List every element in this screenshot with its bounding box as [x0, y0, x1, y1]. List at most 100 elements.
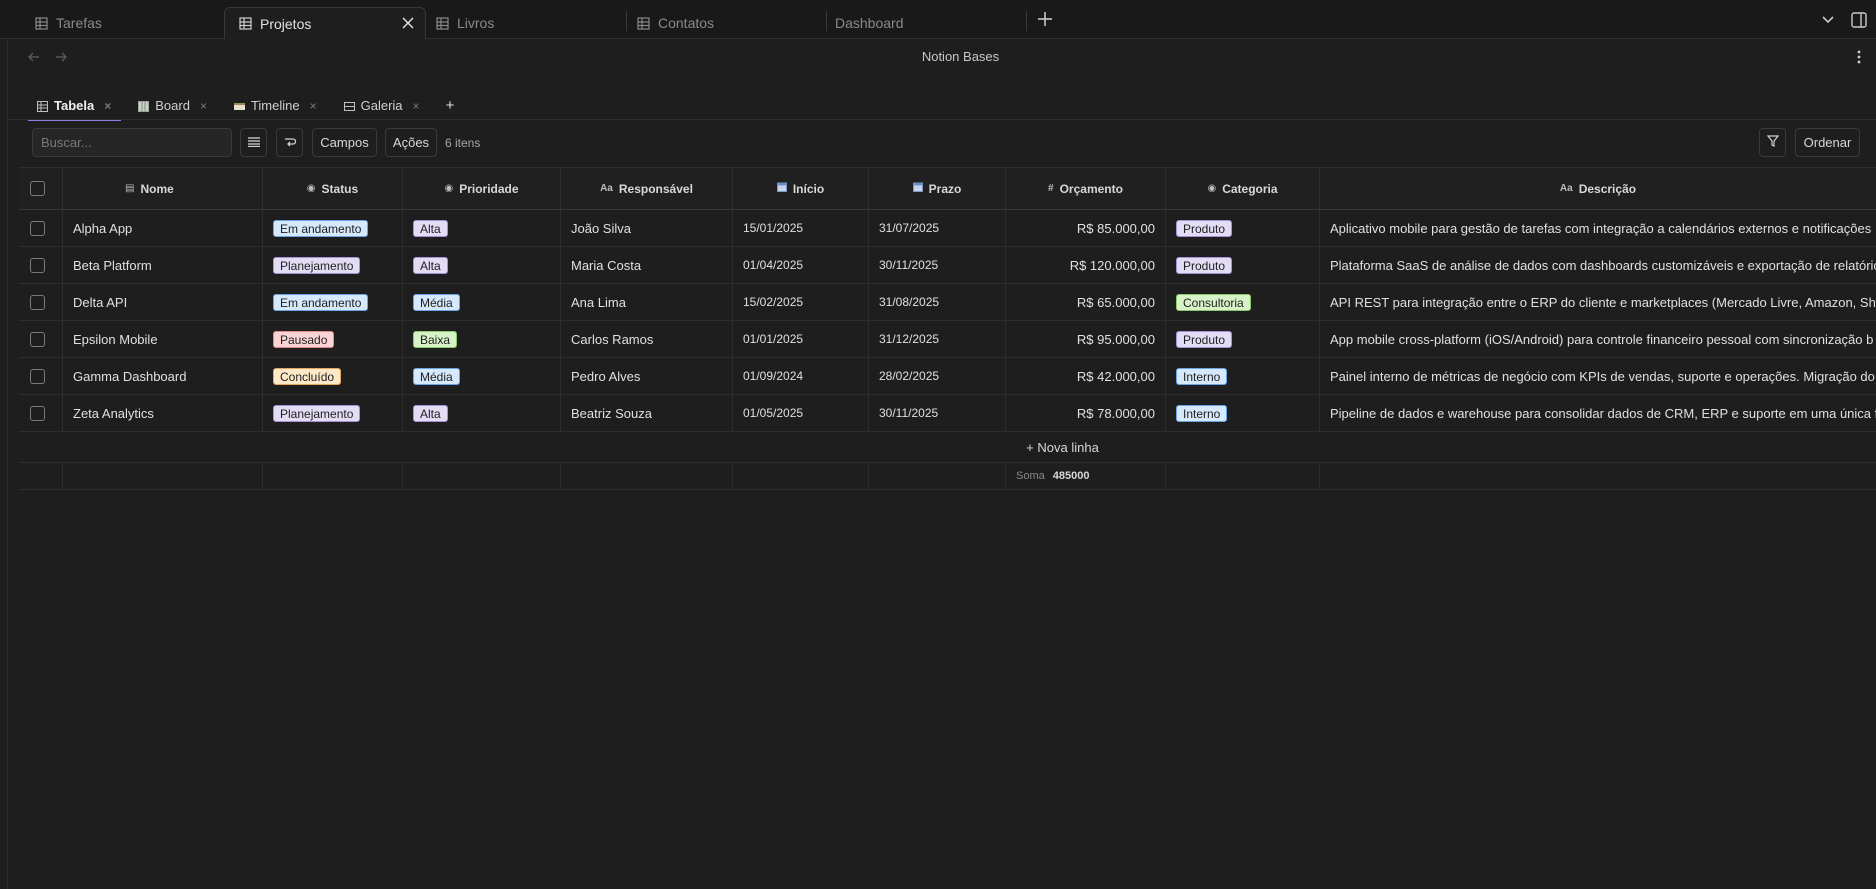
wrap-text-button[interactable]	[276, 128, 303, 157]
cell-prioridade[interactable]: Média	[403, 358, 561, 394]
cell-nome[interactable]: Epsilon Mobile	[63, 321, 263, 357]
cell-nome[interactable]: Delta API	[63, 284, 263, 320]
cell-status[interactable]: Em andamento	[263, 210, 403, 246]
fields-button[interactable]: Campos	[312, 128, 377, 157]
cell-prazo[interactable]: 30/11/2025	[869, 395, 1006, 431]
cell-responsavel[interactable]: Maria Costa	[561, 247, 733, 283]
summary-cell[interactable]	[1166, 463, 1320, 489]
window-tab-tarefas[interactable]: Tarefas	[21, 7, 188, 39]
cell-categoria[interactable]: Produto	[1166, 247, 1320, 283]
summary-cell-orcamento[interactable]: Soma 485000	[1006, 463, 1166, 489]
cell-status[interactable]: Pausado	[263, 321, 403, 357]
summary-cell[interactable]	[733, 463, 869, 489]
chevron-down-icon[interactable]	[1820, 12, 1836, 28]
cell-descricao[interactable]: Painel interno de métricas de negócio co…	[1320, 358, 1876, 394]
row-checkbox[interactable]	[30, 368, 45, 384]
select-all-checkbox[interactable]	[30, 181, 45, 196]
add-view-button[interactable]: +	[438, 92, 463, 119]
cell-nome[interactable]: Gamma Dashboard	[63, 358, 263, 394]
column-header-prazo[interactable]: Prazo	[869, 168, 1006, 209]
sidebar-toggle-icon[interactable]	[1850, 11, 1868, 29]
summary-cell[interactable]	[561, 463, 733, 489]
column-header-orcamento[interactable]: # Orçamento	[1006, 168, 1166, 209]
column-header-responsavel[interactable]: Aa Responsável	[561, 168, 733, 209]
cell-prioridade[interactable]: Baixa	[403, 321, 561, 357]
cell-orcamento[interactable]: R$ 85.000,00	[1006, 210, 1166, 246]
close-icon[interactable]: ×	[200, 99, 207, 113]
row-density-button[interactable]	[240, 128, 267, 157]
summary-cell[interactable]	[263, 463, 403, 489]
cell-orcamento[interactable]: R$ 42.000,00	[1006, 358, 1166, 394]
cell-descricao[interactable]: Aplicativo mobile para gestão de tarefas…	[1320, 210, 1876, 246]
cell-categoria[interactable]: Consultoria	[1166, 284, 1320, 320]
cell-inicio[interactable]: 15/01/2025	[733, 210, 869, 246]
cell-status[interactable]: Planejamento	[263, 395, 403, 431]
cell-responsavel[interactable]: Ana Lima	[561, 284, 733, 320]
cell-nome[interactable]: Alpha App	[63, 210, 263, 246]
cell-inicio[interactable]: 15/02/2025	[733, 284, 869, 320]
add-tab-icon[interactable]	[1036, 10, 1054, 28]
summary-cell[interactable]	[1320, 463, 1876, 489]
close-icon[interactable]: ×	[104, 99, 111, 113]
cell-orcamento[interactable]: R$ 78.000,00	[1006, 395, 1166, 431]
more-options-icon[interactable]	[1856, 49, 1862, 65]
cell-prioridade[interactable]: Alta	[403, 247, 561, 283]
cell-status[interactable]: Planejamento	[263, 247, 403, 283]
cell-prazo[interactable]: 31/07/2025	[869, 210, 1006, 246]
cell-nome[interactable]: Zeta Analytics	[63, 395, 263, 431]
cell-categoria[interactable]: Produto	[1166, 321, 1320, 357]
cell-descricao[interactable]: Pipeline de dados e warehouse para conso…	[1320, 395, 1876, 431]
row-checkbox[interactable]	[30, 405, 45, 421]
summary-cell[interactable]	[869, 463, 1006, 489]
cell-prazo[interactable]: 31/08/2025	[869, 284, 1006, 320]
cell-orcamento[interactable]: R$ 65.000,00	[1006, 284, 1166, 320]
cell-inicio[interactable]: 01/09/2024	[733, 358, 869, 394]
summary-cell[interactable]	[63, 463, 263, 489]
view-tab-timeline[interactable]: Timeline ×	[225, 92, 327, 119]
close-icon[interactable]	[401, 16, 415, 30]
column-header-descricao[interactable]: Aa Descrição	[1320, 168, 1876, 209]
column-header-categoria[interactable]: ◉ Categoria	[1166, 168, 1320, 209]
sort-button[interactable]: Ordenar	[1795, 128, 1860, 157]
cell-categoria[interactable]: Interno	[1166, 358, 1320, 394]
row-checkbox[interactable]	[30, 331, 45, 347]
row-checkbox[interactable]	[30, 294, 45, 310]
table-row[interactable]: Delta API Em andamento Média Ana Lima 15…	[19, 284, 1876, 321]
cell-prazo[interactable]: 31/12/2025	[869, 321, 1006, 357]
add-row-button[interactable]: + Nova linha	[19, 432, 1876, 463]
column-header-inicio[interactable]: Início	[733, 168, 869, 209]
cell-descricao[interactable]: API REST para integração entre o ERP do …	[1320, 284, 1876, 320]
cell-nome[interactable]: Beta Platform	[63, 247, 263, 283]
cell-descricao[interactable]: Plataforma SaaS de análise de dados com …	[1320, 247, 1876, 283]
cell-prioridade[interactable]: Alta	[403, 395, 561, 431]
actions-button[interactable]: Ações	[385, 128, 437, 157]
cell-prioridade[interactable]: Alta	[403, 210, 561, 246]
search-input[interactable]	[32, 128, 232, 157]
cell-prazo[interactable]: 28/02/2025	[869, 358, 1006, 394]
column-header-status[interactable]: ◉ Status	[263, 168, 403, 209]
cell-prioridade[interactable]: Média	[403, 284, 561, 320]
table-row[interactable]: Alpha App Em andamento Alta João Silva 1…	[19, 210, 1876, 247]
cell-orcamento[interactable]: R$ 95.000,00	[1006, 321, 1166, 357]
window-tab-dashboard[interactable]: Dashboard	[821, 7, 1021, 39]
close-icon[interactable]: ×	[413, 99, 420, 113]
cell-descricao[interactable]: App mobile cross-platform (iOS/Android) …	[1320, 321, 1876, 357]
cell-responsavel[interactable]: Beatriz Souza	[561, 395, 733, 431]
view-tab-board[interactable]: Board ×	[129, 92, 217, 119]
window-tab-livros[interactable]: Livros	[422, 7, 622, 39]
window-tab-projetos[interactable]: Projetos	[224, 7, 426, 39]
window-tab-contatos[interactable]: Contatos	[623, 7, 823, 39]
cell-status[interactable]: Concluído	[263, 358, 403, 394]
column-header-nome[interactable]: ▤ Nome	[63, 168, 263, 209]
row-checkbox[interactable]	[30, 220, 45, 236]
cell-categoria[interactable]: Interno	[1166, 395, 1320, 431]
view-tab-tabela[interactable]: Tabela ×	[28, 92, 122, 121]
summary-cell[interactable]	[403, 463, 561, 489]
table-row[interactable]: Gamma Dashboard Concluído Média Pedro Al…	[19, 358, 1876, 395]
cell-responsavel[interactable]: Carlos Ramos	[561, 321, 733, 357]
cell-responsavel[interactable]: Pedro Alves	[561, 358, 733, 394]
view-tab-galeria[interactable]: Galeria ×	[335, 92, 430, 119]
column-header-prioridade[interactable]: ◉ Prioridade	[403, 168, 561, 209]
table-row[interactable]: Epsilon Mobile Pausado Baixa Carlos Ramo…	[19, 321, 1876, 358]
row-checkbox[interactable]	[30, 257, 45, 273]
